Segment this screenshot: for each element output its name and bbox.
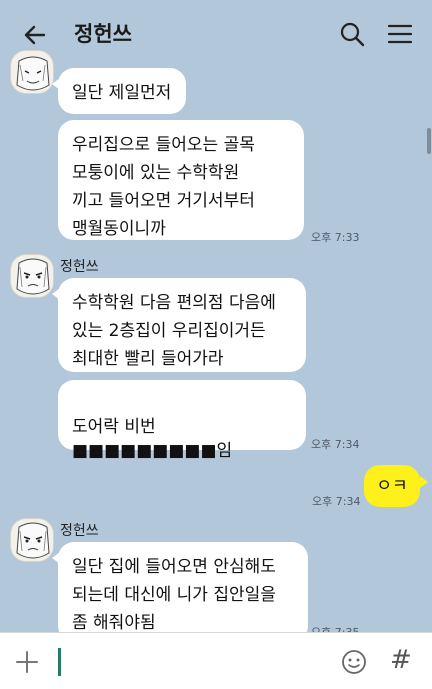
message-time: 오후 7:34 <box>312 495 361 508</box>
bubble-tail <box>420 476 428 488</box>
message-input-bar[interactable]: # <box>0 632 432 689</box>
hamburger-menu-icon[interactable] <box>386 20 414 48</box>
sender-name: 정헌쓰 <box>60 259 99 275</box>
avatar[interactable] <box>10 50 54 94</box>
search-icon[interactable] <box>338 20 366 48</box>
chat-header: 정헌쓰 <box>0 0 432 68</box>
message-bubble[interactable]: 일단 집에 들어오면 안심해도 되는데 대신에 니가 집안일을 좀 해줘야됨 <box>58 542 308 642</box>
message-text: 도어락 비번 ■■■■■■■■■임 <box>72 417 233 461</box>
chat-title: 정헌쓰 <box>74 22 132 46</box>
message-time: 오후 7:33 <box>311 231 360 244</box>
plus-icon[interactable] <box>14 649 40 675</box>
sender-name: 정헌쓰 <box>60 523 99 539</box>
avatar-drawing <box>16 522 50 559</box>
scrollbar[interactable] <box>427 128 431 154</box>
avatar-drawing <box>16 56 50 91</box>
message-bubble[interactable]: 도어락 비번 ■■■■■■■■■임 <box>58 380 306 461</box>
text-cursor[interactable] <box>58 648 61 676</box>
message-bubble[interactable]: 우리집으로 들어오는 골목 모퉁이에 있는 수학학원 끼고 들어오면 거기서부터… <box>58 120 304 240</box>
hash-button[interactable]: # <box>390 645 412 675</box>
avatar[interactable] <box>10 254 54 298</box>
avatar[interactable] <box>10 518 54 562</box>
message-bubble[interactable]: 수학학원 다음 편의점 다음에 있는 2층집이 우리집이거든 최대한 빨리 들어… <box>58 278 306 372</box>
my-message-bubble[interactable]: ㅇㅋ <box>364 465 420 507</box>
message-bubble[interactable]: 일단 제일먼저 <box>58 68 186 114</box>
arrow-left-icon[interactable] <box>20 20 50 50</box>
avatar-drawing <box>16 258 50 295</box>
emoji-icon[interactable] <box>340 648 368 676</box>
message-time: 오후 7:34 <box>311 438 360 451</box>
